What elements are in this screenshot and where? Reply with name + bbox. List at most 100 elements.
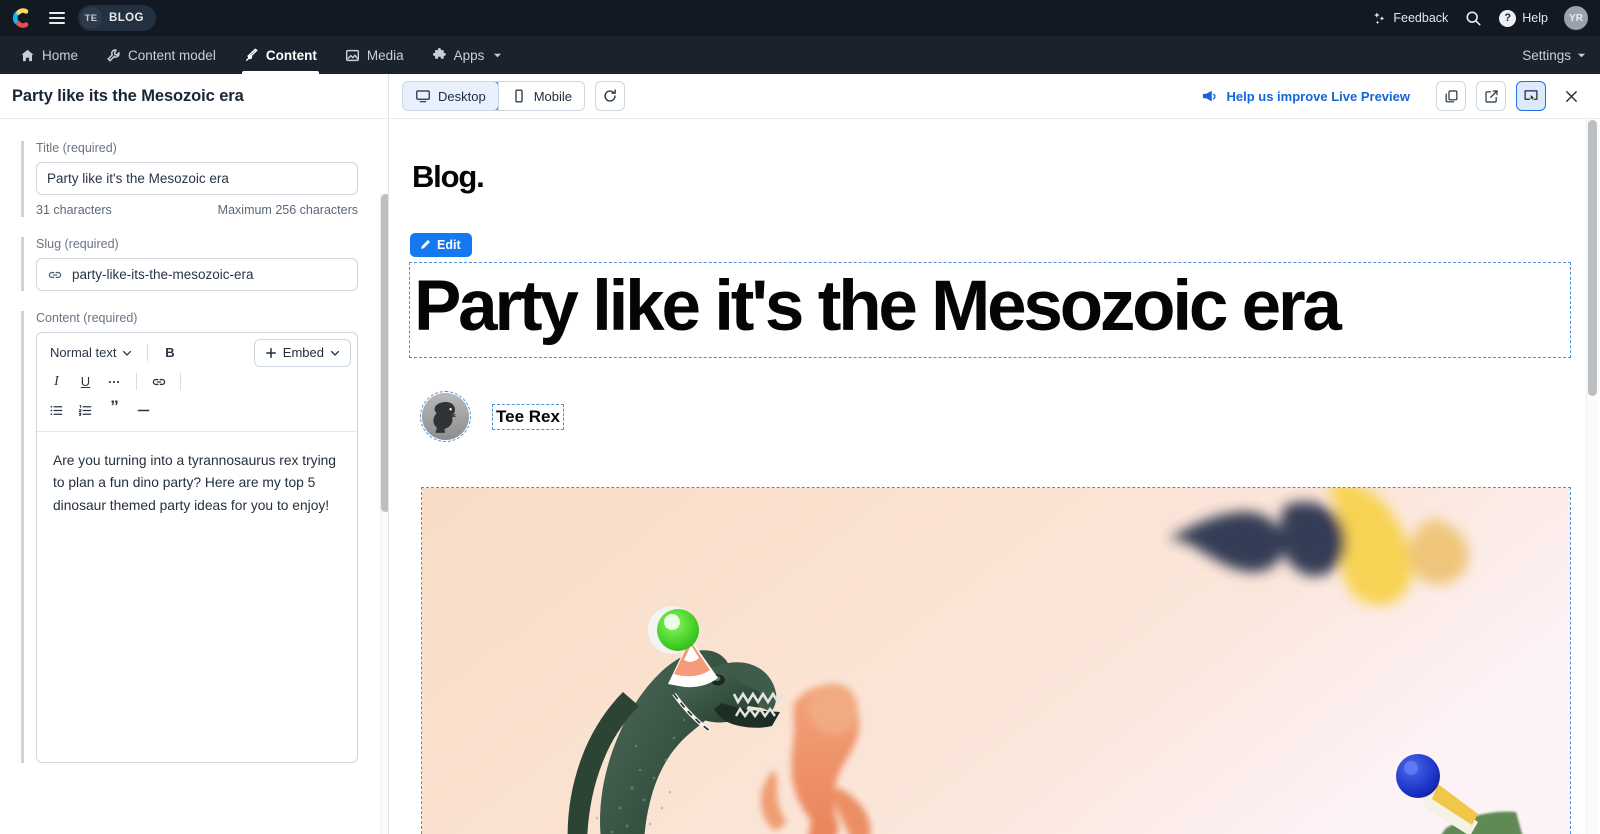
title-input[interactable]: Party like it's the Mesozoic era	[36, 162, 358, 195]
rich-text-toolbar-row-1: Normal text B Embed	[43, 338, 351, 367]
bold-button[interactable]: B	[156, 340, 183, 366]
block-type-select[interactable]: Normal text	[43, 340, 139, 366]
chevron-down-icon	[330, 348, 340, 358]
underline-label: U	[80, 374, 91, 389]
pencil-icon	[419, 239, 431, 251]
nav-item-media-label: Media	[366, 47, 404, 63]
monitor-icon	[415, 88, 431, 104]
rich-text-toolbar-row-3: ”	[43, 396, 351, 425]
chevron-down-icon	[1577, 51, 1586, 60]
rich-text-body[interactable]: Are you turning into a tyrannosaurus rex…	[37, 432, 357, 762]
horizontal-rule-button[interactable]	[130, 398, 157, 424]
live-preview-panel: Desktop Mobile Help us improve Live Prev…	[390, 74, 1600, 834]
more-formats-button[interactable]: …	[101, 369, 128, 395]
viewport-toggle-group: Desktop Mobile	[402, 81, 585, 111]
nav-item-content[interactable]: Content	[230, 36, 331, 74]
slug-input-value: party-like-its-the-mesozoic-era	[72, 267, 254, 282]
megaphone-icon	[1201, 89, 1218, 104]
settings-label: Settings	[1522, 47, 1571, 63]
italic-label: I	[54, 373, 59, 389]
preview-scrollbar-thumb[interactable]	[1588, 120, 1597, 396]
title-max-chars: Maximum 256 characters	[217, 203, 358, 217]
blockquote-button[interactable]: ”	[101, 396, 128, 424]
link-button[interactable]	[145, 369, 172, 395]
hamburger-menu-icon[interactable]	[44, 5, 70, 31]
nav-item-apps[interactable]: Apps	[418, 36, 517, 74]
slug-input[interactable]: party-like-its-the-mesozoic-era	[36, 258, 358, 291]
contentful-logo-icon[interactable]	[10, 5, 36, 31]
title-input-value: Party like it's the Mesozoic era	[47, 171, 229, 186]
help-button[interactable]: ? Help	[1491, 5, 1556, 32]
open-in-new-tab-button[interactable]	[1476, 81, 1506, 111]
close-preview-button[interactable]	[1556, 81, 1586, 111]
copy-link-button[interactable]	[1436, 81, 1466, 111]
space-selector[interactable]: TE BLOG	[78, 5, 156, 31]
horizontal-rule-icon	[136, 403, 151, 418]
hero-image[interactable]	[421, 487, 1571, 834]
nav-item-content-model-label: Content model	[128, 47, 216, 63]
hero-image-graphic	[422, 488, 1570, 834]
chevron-down-icon	[122, 348, 132, 358]
help-label: Help	[1522, 11, 1548, 25]
bulleted-list-button[interactable]	[43, 398, 70, 424]
viewport-desktop-button[interactable]: Desktop	[403, 82, 499, 110]
numbered-list-button[interactable]	[72, 398, 99, 424]
author-name[interactable]: Tee Rex	[492, 403, 564, 430]
entry-editor-panel: Party like its the Mesozoic era Title (r…	[0, 74, 389, 834]
left-panel-scrollbar-thumb[interactable]	[381, 194, 388, 512]
nav-item-content-model[interactable]: Content model	[92, 36, 230, 74]
site-logo: Blog.	[412, 159, 485, 194]
space-name: BLOG	[109, 12, 144, 24]
more-label: …	[107, 371, 122, 386]
nav-item-home[interactable]: Home	[6, 36, 92, 74]
blockquote-icon: ”	[110, 396, 119, 416]
edit-button-label: Edit	[437, 238, 461, 252]
header-right-cluster: Feedback ? Help YR	[1364, 5, 1600, 32]
rich-text-toolbar-row-2: I U …	[43, 367, 351, 396]
rich-text-toolbar: Normal text B Embed I U … ”	[37, 333, 357, 432]
field-slug-label: Slug (required)	[36, 237, 119, 251]
wrench-icon	[106, 48, 121, 63]
search-icon[interactable]	[1456, 5, 1491, 32]
field-title-label: Title (required)	[36, 141, 117, 155]
numbered-list-icon	[78, 403, 93, 418]
top-header: TE BLOG Feedback ? Help YR	[0, 0, 1600, 36]
embed-button[interactable]: Embed	[253, 338, 351, 367]
external-link-icon	[1484, 89, 1499, 104]
settings-menu[interactable]: Settings	[1522, 48, 1586, 63]
author-avatar[interactable]	[420, 391, 471, 443]
home-icon	[20, 48, 35, 63]
field-title-meta: 31 characters Maximum 256 characters	[36, 203, 358, 217]
help-us-improve-link[interactable]: Help us improve Live Preview	[1201, 89, 1410, 104]
edit-button[interactable]: Edit	[410, 233, 472, 257]
chevron-down-icon	[493, 51, 502, 60]
help-us-improve-label: Help us improve Live Preview	[1226, 88, 1410, 104]
pen-nib-icon	[244, 48, 259, 63]
live-preview-toolbar: Desktop Mobile Help us improve Live Prev…	[390, 74, 1600, 119]
post-headline[interactable]: Party like it's the Mesozoic era	[409, 261, 1571, 359]
sparkles-icon	[1372, 11, 1387, 26]
feedback-button[interactable]: Feedback	[1364, 6, 1456, 31]
fields-scroll-area[interactable]: Title (required) Party like it's the Mes…	[0, 119, 388, 834]
preview-scroll-area[interactable]: Blog. Edit Party like it's the Mesozoic …	[390, 119, 1600, 834]
italic-button[interactable]: I	[43, 369, 70, 395]
image-icon	[345, 48, 360, 63]
nav-right-cluster: Settings	[1522, 36, 1600, 74]
space-avatar: TE	[80, 7, 102, 29]
embed-label: Embed	[282, 345, 324, 360]
nav-item-media[interactable]: Media	[331, 36, 418, 74]
toolbar-divider	[180, 373, 181, 390]
link-icon	[47, 267, 63, 283]
refresh-button[interactable]	[595, 81, 625, 111]
inspector-mode-button[interactable]	[1516, 81, 1546, 111]
link-icon	[151, 374, 167, 390]
field-title: Title (required) Party like it's the Mes…	[21, 141, 358, 217]
viewport-mobile-button[interactable]: Mobile	[497, 82, 584, 110]
viewport-desktop-label: Desktop	[438, 88, 486, 104]
author-row: Tee Rex	[420, 391, 1570, 443]
underline-button[interactable]: U	[72, 369, 99, 395]
close-icon	[1563, 88, 1580, 105]
main-nav: Home Content model Content Media Apps Se…	[0, 36, 1600, 74]
phone-icon	[511, 88, 527, 104]
avatar[interactable]: YR	[1564, 6, 1588, 30]
